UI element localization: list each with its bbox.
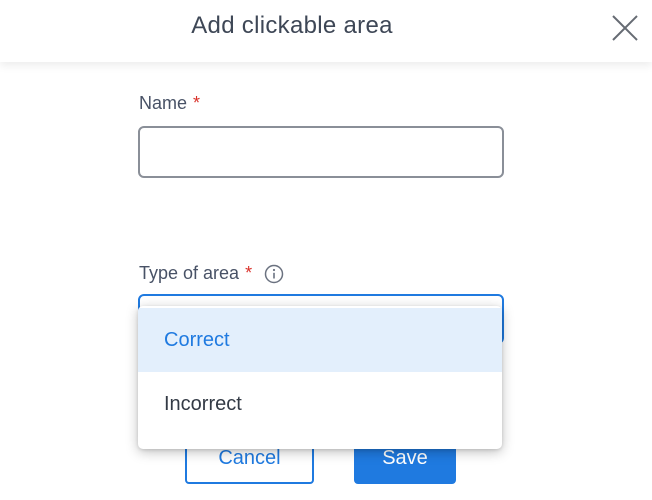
option-correct[interactable]: Correct <box>138 308 502 372</box>
required-marker: * <box>245 263 253 283</box>
info-icon[interactable] <box>264 264 284 284</box>
type-of-area-dropdown: Correct Incorrect <box>138 306 502 449</box>
close-button[interactable] <box>608 11 642 45</box>
type-of-area-label-text: Type of area <box>139 263 240 283</box>
dialog-title: Add clickable area <box>191 12 393 39</box>
name-label-text: Name <box>139 93 188 113</box>
required-marker: * <box>193 93 201 113</box>
option-incorrect[interactable]: Incorrect <box>138 372 502 436</box>
type-of-area-label: Type of area * <box>139 263 284 284</box>
name-label: Name * <box>139 93 200 114</box>
name-input[interactable] <box>138 126 504 178</box>
close-icon <box>612 15 638 41</box>
dialog-header: Add clickable area <box>0 0 652 62</box>
